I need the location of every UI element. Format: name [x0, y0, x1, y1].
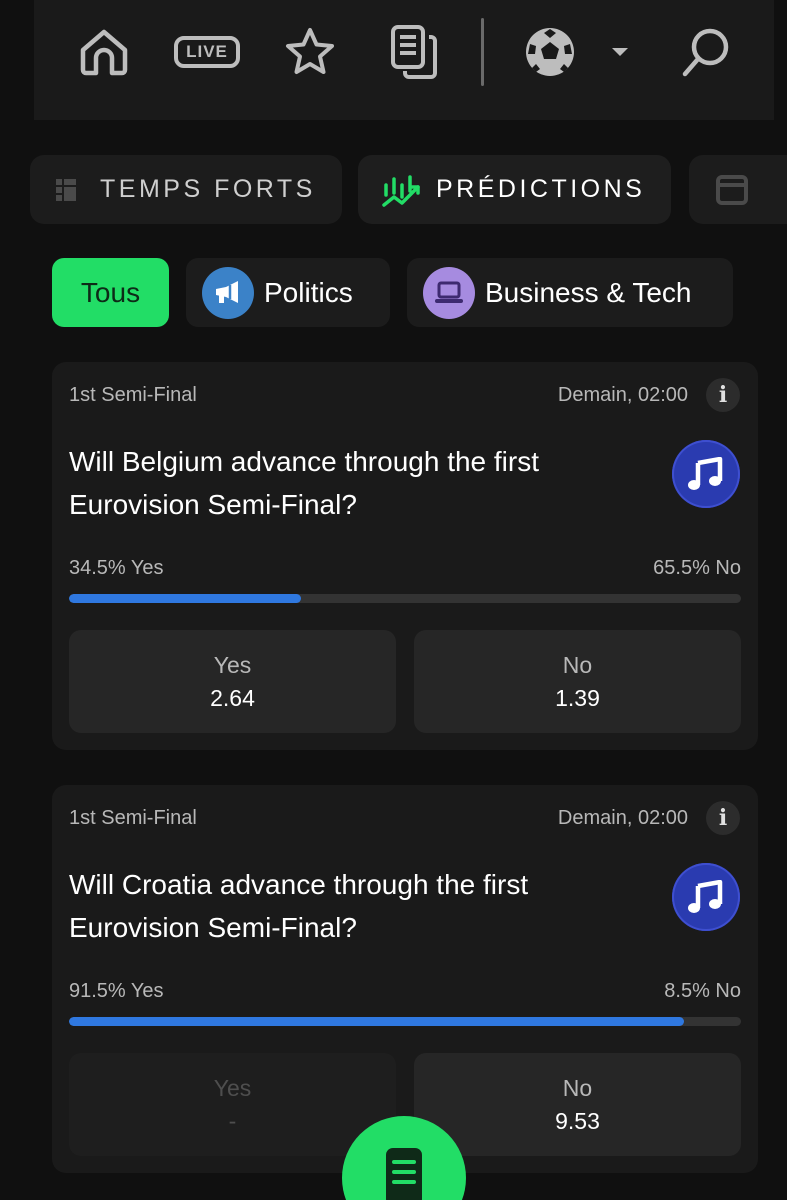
filter-politics[interactable]: Politics [186, 258, 390, 327]
highlights-icon [56, 179, 76, 208]
probability-bar-fill [69, 594, 301, 603]
yes-percentage: 34.5% Yes [69, 557, 164, 579]
card-question: Will Croatia advance through the first E… [69, 869, 529, 943]
live-label: LIVE [174, 36, 240, 68]
info-icon[interactable]: i [706, 801, 740, 835]
info-icon[interactable]: i [706, 378, 740, 412]
music-note-icon [672, 440, 740, 508]
caret-down-icon[interactable] [590, 22, 650, 82]
home-icon[interactable] [74, 22, 134, 82]
page: LIVE TEMPS FORTS PRÉDICTIONS Tous Politi… [0, 0, 787, 1200]
yes-label: Yes [213, 651, 252, 678]
card-question: Will Belgium advance through the first E… [69, 446, 539, 520]
percentage-row: 91.5% Yes 8.5% No [69, 980, 741, 1003]
card-time: Demain, 02:00 [557, 384, 688, 406]
filter-politics-label: Politics [264, 276, 353, 308]
filter-tous[interactable]: Tous [52, 258, 169, 327]
prediction-card-belgium[interactable]: 1st Semi-Final Demain, 02:00 i Will Belg… [52, 362, 758, 750]
no-odds: 9.53 [555, 1107, 600, 1134]
megaphone-icon [202, 266, 254, 319]
filter-tous-label: Tous [80, 276, 141, 308]
no-label: No [562, 651, 593, 678]
tab-temps-forts[interactable]: TEMPS FORTS [30, 155, 342, 224]
tab-predictions-label: PRÉDICTIONS [436, 175, 646, 203]
nav-divider [481, 18, 484, 86]
yes-label: Yes [213, 1074, 252, 1101]
tab-temps-forts-label: TEMPS FORTS [100, 175, 316, 203]
calendar-icon [716, 175, 748, 212]
no-label: No [562, 1074, 593, 1101]
probability-bar-fill [69, 1017, 684, 1026]
prediction-card-croatia[interactable]: 1st Semi-Final Demain, 02:00 i Will Croa… [52, 785, 758, 1173]
tab-predictions[interactable]: PRÉDICTIONS [358, 155, 671, 224]
yes-odds-button[interactable]: Yes 2.64 [69, 630, 396, 733]
filter-business-tech[interactable]: Business & Tech [407, 258, 733, 327]
yes-odds: - [228, 1107, 237, 1134]
music-note-icon [672, 863, 740, 931]
search-icon[interactable] [676, 22, 736, 82]
probability-bar [69, 594, 741, 603]
trending-chart-icon [382, 173, 422, 216]
card-time: Demain, 02:00 [557, 807, 688, 829]
card-category: 1st Semi-Final [69, 807, 197, 829]
yes-percentage: 91.5% Yes [69, 980, 164, 1002]
laptop-icon [423, 266, 475, 319]
no-odds: 1.39 [555, 684, 600, 711]
filter-business-tech-label: Business & Tech [485, 276, 692, 308]
no-odds-button[interactable]: No 1.39 [414, 630, 741, 733]
betslip-icon [384, 1146, 424, 1200]
yes-odds: 2.64 [210, 684, 255, 711]
documents-icon[interactable] [384, 22, 444, 82]
no-percentage: 65.5% No [653, 557, 741, 579]
live-icon[interactable]: LIVE [174, 22, 240, 82]
tab-calendar[interactable] [689, 155, 787, 224]
percentage-row: 34.5% Yes 65.5% No [69, 557, 741, 580]
no-percentage: 8.5% No [664, 980, 741, 1002]
star-icon[interactable] [280, 22, 340, 82]
top-nav: LIVE [34, 0, 774, 120]
no-odds-button[interactable]: No 9.53 [414, 1053, 741, 1156]
soccer-ball-icon[interactable] [520, 22, 580, 82]
probability-bar [69, 1017, 741, 1026]
yes-odds-button: Yes - [69, 1053, 396, 1156]
card-category: 1st Semi-Final [69, 384, 197, 406]
